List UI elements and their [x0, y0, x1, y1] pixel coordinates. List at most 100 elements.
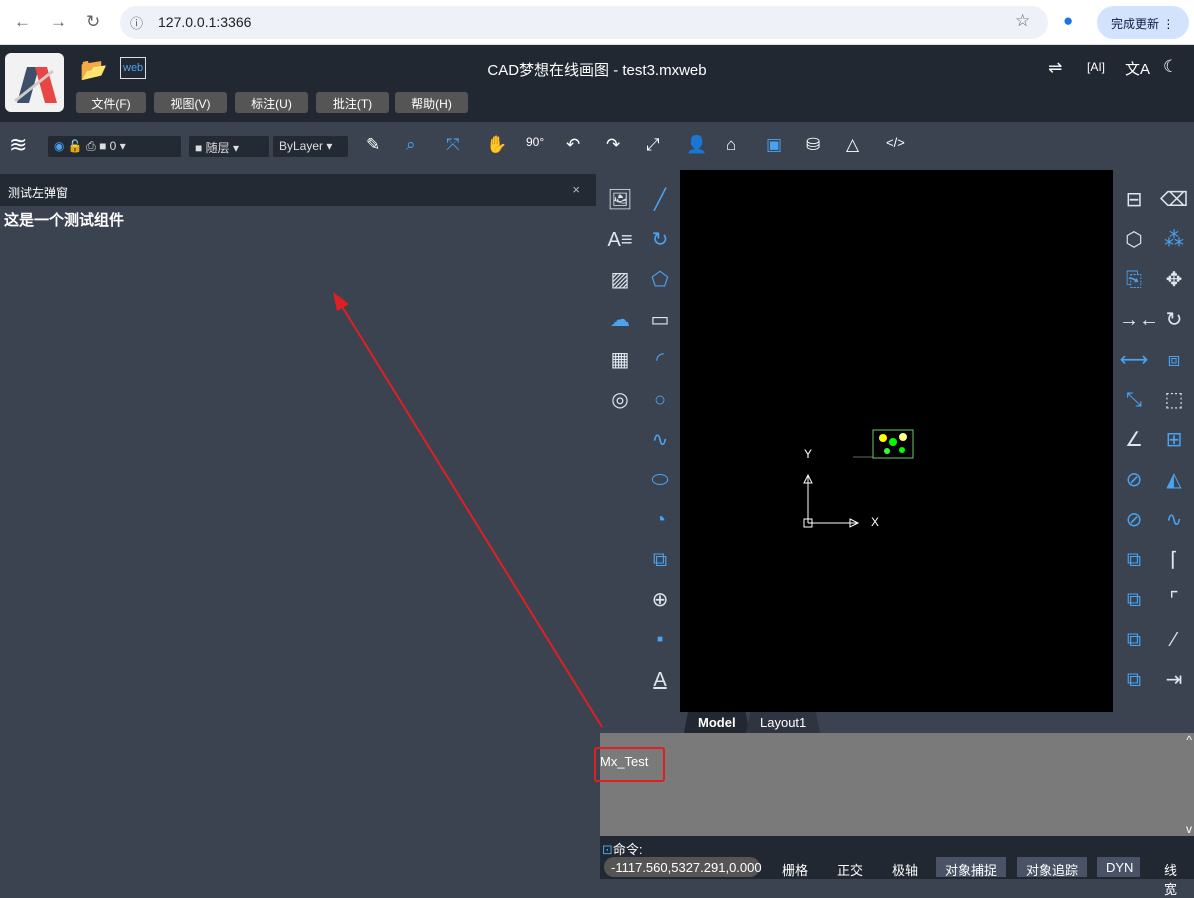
drawing-canvas[interactable]: Y X	[680, 170, 1113, 712]
hatch-icon[interactable]: ▨	[605, 265, 635, 295]
spline-icon[interactable]: ∿	[645, 425, 675, 455]
shapes-icon[interactable]: △	[846, 135, 859, 155]
draw-order-2-icon[interactable]: ⧉	[1119, 665, 1149, 695]
highlight-box	[594, 747, 665, 782]
menu-file[interactable]: 文件(F)	[76, 92, 146, 113]
mirror-icon[interactable]: ◭	[1159, 465, 1189, 495]
scale-icon[interactable]: ⧈	[1159, 345, 1189, 375]
fillet-icon[interactable]: ⌜	[1159, 585, 1189, 615]
trim-icon[interactable]: ⁄	[1159, 625, 1189, 655]
donut-icon[interactable]: ◎	[605, 385, 635, 415]
linetype-select[interactable]: ByLayer ▾	[273, 136, 348, 157]
toggle-polar[interactable]: 极轴	[883, 857, 927, 878]
linetype-value: ByLayer	[279, 139, 324, 153]
fullscreen-icon[interactable]: ⤢	[646, 135, 660, 155]
code-icon[interactable]: </>	[886, 135, 905, 150]
address-bar[interactable]: 127.0.0.1:3366	[120, 6, 1048, 39]
array-icon[interactable]: ⊞	[1159, 425, 1189, 455]
zoom-extents-icon[interactable]: ⤧	[446, 135, 460, 155]
close-icon[interactable]: ×	[572, 182, 580, 197]
site-info-icon[interactable]: ⓘ	[130, 13, 143, 32]
diameter-dim-icon[interactable]: ⊘	[1119, 505, 1149, 535]
menu-dimension[interactable]: 标注(U)	[235, 92, 308, 113]
3d-box-icon[interactable]: ⬡	[1119, 225, 1149, 255]
reload-icon[interactable]: ↻	[86, 12, 100, 32]
stretch-icon[interactable]: ⟷	[1119, 345, 1149, 375]
pan-hand-icon[interactable]: ✋	[486, 135, 507, 155]
group-icon[interactable]: ⁂	[1159, 225, 1189, 255]
tab-layout1[interactable]: Layout1	[746, 712, 821, 733]
ellipse-arc-icon[interactable]: ◔	[645, 505, 675, 535]
user-icon[interactable]: 👤	[686, 135, 707, 155]
toggle-grid[interactable]: 栅格	[773, 857, 817, 878]
command-prompt[interactable]: ⊡命令:	[602, 839, 643, 858]
bookmark-star-icon[interactable]: ☆	[1015, 11, 1030, 31]
visible-icon[interactable]: ◉	[54, 139, 64, 153]
rectangle-icon[interactable]: ▭	[645, 305, 675, 335]
scroll-down-icon[interactable]: v	[1186, 822, 1192, 836]
erase-icon[interactable]: ⌫	[1159, 185, 1189, 215]
y-axis-label: Y	[804, 447, 813, 461]
redo-icon[interactable]: ↷	[606, 135, 620, 155]
forward-icon[interactable]: →	[50, 12, 67, 32]
toggle-dyn[interactable]: DYN	[1097, 857, 1140, 877]
rotate-90-icon[interactable]: 90°	[526, 135, 544, 149]
dark-mode-icon[interactable]: ☾	[1163, 57, 1178, 77]
match-properties-icon[interactable]: ✎	[366, 135, 380, 155]
insert-block-icon[interactable]: ⊕	[645, 585, 675, 615]
tab-model[interactable]: Model	[684, 712, 750, 733]
polygon-icon[interactable]: ⬠	[645, 265, 675, 295]
translate-icon[interactable]: 文A	[1125, 58, 1150, 79]
draw-order-icon[interactable]: ⧉	[1119, 625, 1149, 655]
toggle-ortho[interactable]: 正交	[828, 857, 872, 878]
aligned-dim-icon[interactable]: ⤡	[1119, 385, 1149, 415]
chamfer-icon[interactable]: ⌈	[1159, 545, 1189, 575]
menu-help[interactable]: 帮助(H)	[395, 92, 468, 113]
toggle-osnap[interactable]: 对象捕捉	[936, 857, 1007, 878]
toggle-lineweight[interactable]: 线宽	[1155, 857, 1194, 897]
zoom-window-icon[interactable]: ⌕	[406, 135, 416, 155]
join-icon[interactable]: →←	[1119, 305, 1159, 335]
undo-icon[interactable]: ↶	[566, 135, 580, 155]
move-icon[interactable]: ✥	[1159, 265, 1189, 295]
color-select[interactable]: ■ 随层 ▾	[189, 136, 269, 157]
cad-file-icon[interactable]: ▣	[766, 135, 782, 155]
print-icon[interactable]: ⎙	[86, 139, 96, 153]
mtext-icon[interactable]: A	[645, 665, 675, 695]
menu-annotate[interactable]: 批注(T)	[316, 92, 389, 113]
lock-icon[interactable]: 🔓	[68, 139, 83, 153]
ellipse-icon[interactable]: ⬭	[645, 465, 675, 495]
text-icon[interactable]: A≡	[605, 225, 635, 255]
extend-icon[interactable]: ⇥	[1159, 665, 1189, 695]
send-back-icon[interactable]: ⧉	[1119, 585, 1149, 615]
scroll-up-icon[interactable]: ^	[1186, 733, 1192, 747]
offset-icon[interactable]: ⬚	[1159, 385, 1189, 415]
table-icon[interactable]: ▦	[605, 345, 635, 375]
home-icon[interactable]: ⌂	[726, 135, 736, 155]
switch-icon[interactable]: ⇌	[1048, 58, 1062, 78]
curve-icon[interactable]: ∿	[1159, 505, 1189, 535]
back-icon[interactable]: ←	[14, 12, 31, 32]
point-icon[interactable]: ■	[645, 625, 675, 655]
copy-icon[interactable]: ⎘	[1119, 265, 1149, 295]
line-icon[interactable]: ╱	[645, 185, 675, 215]
layer-select[interactable]: ◉ 🔓 ⎙ ■ 0 ▾	[48, 136, 181, 157]
update-button[interactable]: 完成更新 ⋮	[1097, 6, 1189, 39]
break-icon[interactable]: ⊟	[1119, 185, 1149, 215]
profile-icon[interactable]: ●	[1063, 11, 1073, 31]
menu-view[interactable]: 视图(V)	[154, 92, 227, 113]
database-icon[interactable]: ⛁	[806, 135, 820, 155]
layers-icon[interactable]: ≋	[9, 132, 27, 158]
arc-icon[interactable]: ◜	[645, 345, 675, 375]
revcloud-icon[interactable]: ☁	[605, 305, 635, 335]
bring-front-icon[interactable]: ⧉	[1119, 545, 1149, 575]
circle-icon[interactable]: ○	[645, 385, 675, 415]
image-icon[interactable]: 🖼	[605, 185, 635, 215]
angle-dim-icon[interactable]: ∠	[1119, 425, 1149, 455]
block-icon[interactable]: ⧉	[645, 545, 675, 575]
rotate-icon[interactable]: ↻	[1159, 305, 1189, 335]
radius-dim-icon[interactable]: ⊘	[1119, 465, 1149, 495]
polyline-icon[interactable]: ↻	[645, 225, 675, 255]
ai-icon[interactable]: [AI]	[1087, 60, 1105, 74]
toggle-otrack[interactable]: 对象追踪	[1017, 857, 1088, 878]
